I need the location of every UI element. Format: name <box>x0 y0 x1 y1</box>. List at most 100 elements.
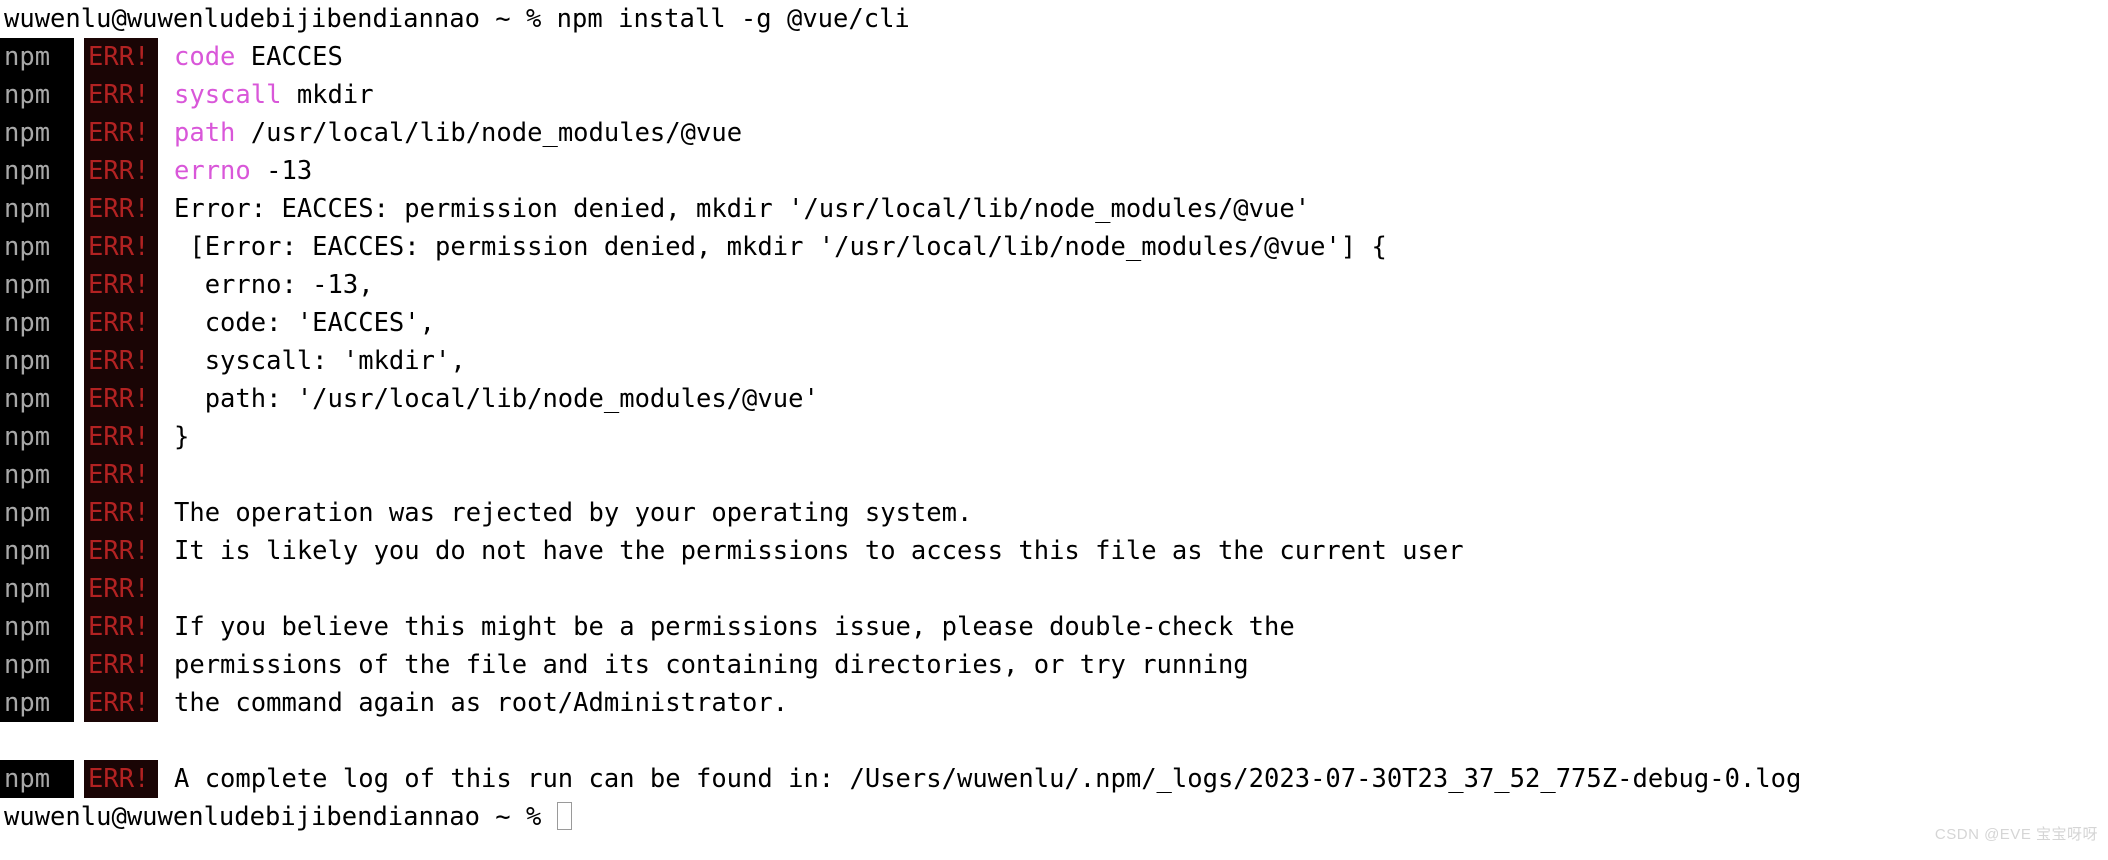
err-badge: ERR! <box>84 152 158 190</box>
npm-badge: npm <box>0 152 74 190</box>
npm-badge: npm <box>0 38 74 76</box>
npm-error-line: npm ERR! errno -13 <box>0 152 2108 190</box>
npm-badge: npm <box>0 342 74 380</box>
badge-gap <box>74 684 84 722</box>
npm-error-line: npm ERR! the command again as root/Adminis… <box>0 684 2108 722</box>
badge-gap <box>74 152 84 190</box>
npm-error-text: code EACCES <box>174 42 343 72</box>
output-blank-line <box>0 722 2108 760</box>
npm-error-text: the command again as root/Administrator. <box>174 688 789 718</box>
npm-badge: npm <box>0 228 74 266</box>
npm-badge: npm <box>0 760 74 798</box>
npm-badge: npm <box>0 76 74 114</box>
npm-badge: npm <box>0 418 74 456</box>
badge-gap <box>74 608 84 646</box>
badge-gap <box>74 532 84 570</box>
badge-gap <box>74 570 84 608</box>
badge-gap <box>74 418 84 456</box>
npm-error-line: npm ERR! permissions of the file and its c… <box>0 646 2108 684</box>
err-badge: ERR! <box>84 760 158 798</box>
badge-gap <box>74 266 84 304</box>
npm-error-text: code: 'EACCES', <box>174 308 435 338</box>
npm-error-text: Error: EACCES: permission denied, mkdir … <box>174 194 1311 224</box>
err-badge: ERR! <box>84 494 158 532</box>
npm-badge: npm <box>0 114 74 152</box>
npm-error-line: npm ERR! If you believe this might be a pe… <box>0 608 2108 646</box>
npm-error-text: } <box>174 422 190 452</box>
text-cursor <box>556 802 572 830</box>
npm-error-keyword: path <box>174 118 236 148</box>
npm-badge: npm <box>0 190 74 228</box>
badge-gap <box>74 38 84 76</box>
npm-error-line: npm ERR! syscall: 'mkdir', <box>0 342 2108 380</box>
badge-gap <box>74 456 84 494</box>
npm-badge: npm <box>0 608 74 646</box>
npm-badge: npm <box>0 570 74 608</box>
npm-error-keyword: errno <box>174 156 251 186</box>
npm-error-line: npm ERR! errno: -13, <box>0 266 2108 304</box>
npm-error-line: npm ERR! Error: EACCES: permission denied,… <box>0 190 2108 228</box>
npm-badge: npm <box>0 646 74 684</box>
badge-gap <box>74 646 84 684</box>
err-badge: ERR! <box>84 342 158 380</box>
final-prompt-text: wuwenlu@wuwenludebijibendiannao ~ % <box>4 802 557 832</box>
badge-gap <box>74 304 84 342</box>
npm-error-line: npm ERR! <box>0 456 2108 494</box>
badge-gap <box>74 76 84 114</box>
err-badge: ERR! <box>84 76 158 114</box>
badge-gap <box>74 380 84 418</box>
npm-error-text: [Error: EACCES: permission denied, mkdir… <box>174 232 1387 262</box>
npm-error-text: path: '/usr/local/lib/node_modules/@vue' <box>174 384 819 414</box>
npm-error-text: path /usr/local/lib/node_modules/@vue <box>174 118 743 148</box>
npm-badge: npm <box>0 684 74 722</box>
npm-badge: npm <box>0 304 74 342</box>
err-badge: ERR! <box>84 266 158 304</box>
npm-error-text: syscall mkdir <box>174 80 374 110</box>
badge-gap <box>74 190 84 228</box>
npm-error-line: npm ERR! It is likely you do not have the … <box>0 532 2108 570</box>
npm-error-line: npm ERR! <box>0 570 2108 608</box>
csdn-watermark: CSDN @EVE 宝宝呀呀 <box>1934 826 2098 843</box>
npm-error-text: errno -13 <box>174 156 313 186</box>
npm-error-text: The operation was rejected by your opera… <box>174 498 973 528</box>
err-badge: ERR! <box>84 456 158 494</box>
npm-error-line: npm ERR! A complete log of this run can be… <box>0 760 2108 798</box>
err-badge: ERR! <box>84 190 158 228</box>
npm-error-line: npm ERR! code: 'EACCES', <box>0 304 2108 342</box>
npm-error-line: npm ERR! path /usr/local/lib/node_modules/… <box>0 114 2108 152</box>
npm-error-line: npm ERR! [Error: EACCES: permission denie… <box>0 228 2108 266</box>
err-badge: ERR! <box>84 418 158 456</box>
err-badge: ERR! <box>84 532 158 570</box>
npm-error-text: permissions of the file and its containi… <box>174 650 1249 680</box>
npm-error-text: It is likely you do not have the permiss… <box>174 536 1464 566</box>
badge-gap <box>74 228 84 266</box>
err-badge: ERR! <box>84 646 158 684</box>
err-badge: ERR! <box>84 38 158 76</box>
npm-error-text <box>158 570 2108 608</box>
terminal-window[interactable]: wuwenlu@wuwenludebijibendiannao ~ % npm … <box>0 0 2108 860</box>
badge-gap <box>74 342 84 380</box>
npm-badge: npm <box>0 266 74 304</box>
npm-error-keyword: syscall <box>174 80 282 110</box>
npm-badge: npm <box>0 456 74 494</box>
npm-error-text: syscall: 'mkdir', <box>174 346 466 376</box>
final-prompt-line[interactable]: wuwenlu@wuwenludebijibendiannao ~ % <box>0 798 2108 836</box>
err-badge: ERR! <box>84 608 158 646</box>
npm-badge: npm <box>0 494 74 532</box>
npm-error-text: If you believe this might be a permissio… <box>174 612 1295 642</box>
npm-error-line: npm ERR! path: '/usr/local/lib/node_modul… <box>0 380 2108 418</box>
npm-error-text: A complete log of this run can be found … <box>174 764 1802 794</box>
err-badge: ERR! <box>84 228 158 266</box>
npm-error-line: npm ERR!} <box>0 418 2108 456</box>
badge-gap <box>74 494 84 532</box>
err-badge: ERR! <box>84 684 158 722</box>
err-badge: ERR! <box>84 114 158 152</box>
npm-error-keyword: code <box>174 42 236 72</box>
err-badge: ERR! <box>84 570 158 608</box>
badge-gap <box>74 114 84 152</box>
badge-gap <box>74 760 84 798</box>
npm-error-output: npm ERR! code EACCES npm ERR! syscall mkdir np… <box>0 38 2108 798</box>
npm-error-text <box>158 456 2108 494</box>
command-prompt-line: wuwenlu@wuwenludebijibendiannao ~ % npm … <box>4 4 910 34</box>
npm-badge: npm <box>0 532 74 570</box>
